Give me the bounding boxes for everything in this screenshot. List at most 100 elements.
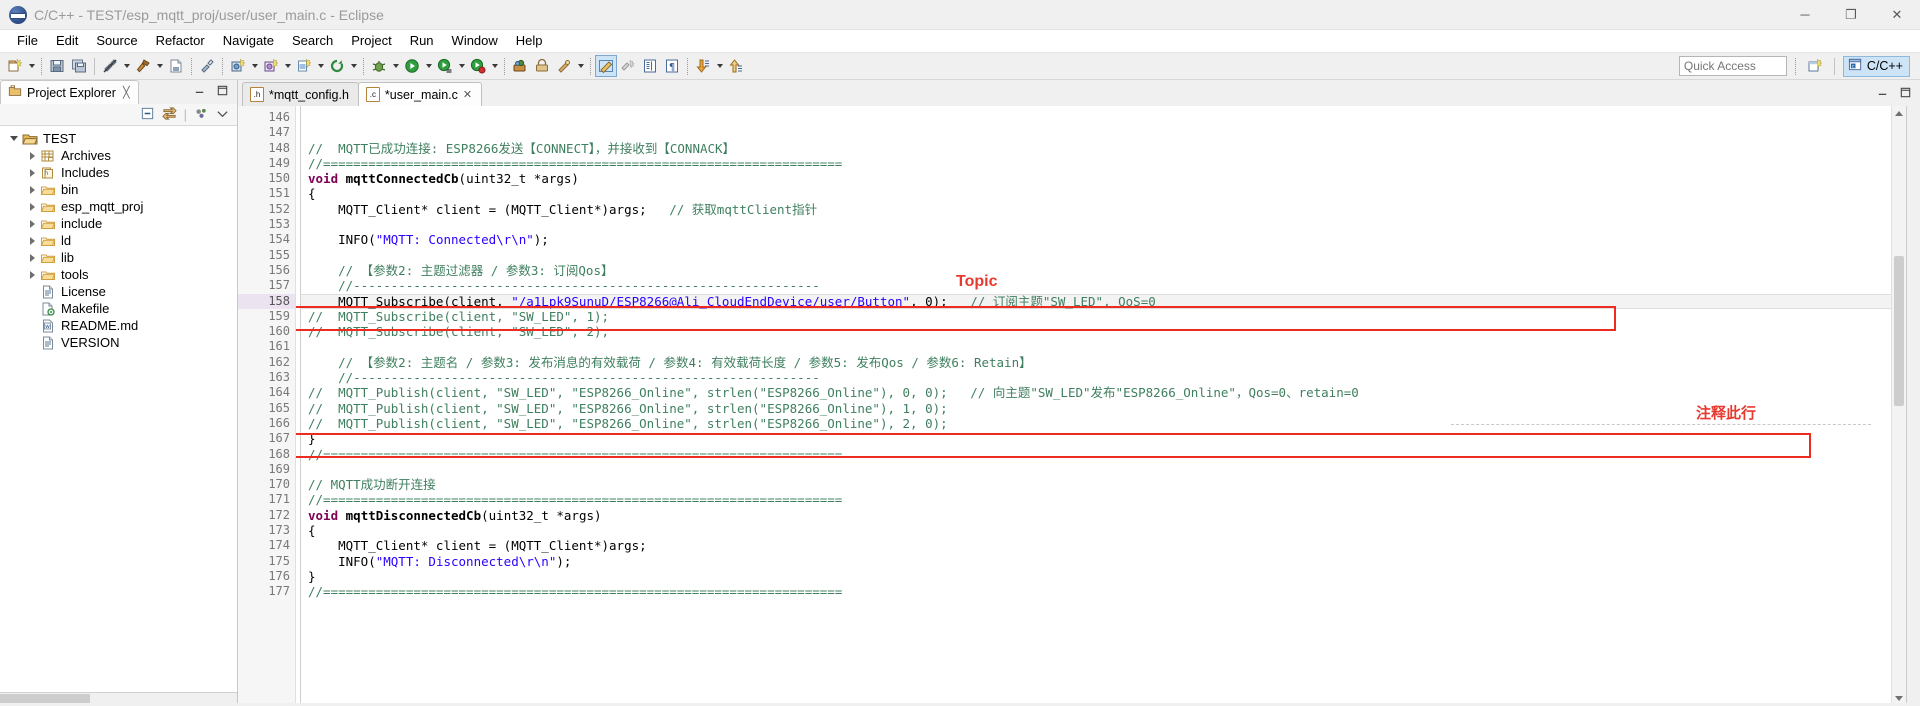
- code-line[interactable]: [296, 248, 1891, 263]
- save-icon[interactable]: [46, 55, 68, 77]
- new-c-project-icon[interactable]: [4, 55, 26, 77]
- menu-item-help[interactable]: Help: [507, 30, 552, 52]
- tree-item-makefile[interactable]: Makefile: [0, 300, 237, 317]
- code-line[interactable]: }: [296, 569, 1891, 584]
- perspective-button-cpp[interactable]: c C/C++: [1842, 55, 1910, 77]
- open-terminal-icon[interactable]: [531, 55, 553, 77]
- minimize-view-icon[interactable]: [1876, 86, 1889, 102]
- code-line[interactable]: MQTT_Subscribe(client, "/a1Lpk9SunuD/ESP…: [296, 293, 1891, 309]
- editor-tab-mqttconfig.h[interactable]: .h *mqtt_config.h: [242, 82, 359, 106]
- menu-item-run[interactable]: Run: [401, 30, 443, 52]
- code-line[interactable]: //======================================…: [296, 584, 1891, 599]
- save-all-icon[interactable]: [68, 55, 90, 77]
- tree-item-esp-mqtt-proj[interactable]: esp_mqtt_proj: [0, 198, 237, 215]
- line-number-gutter[interactable]: 146 147 148 149 150 151 152 153 154 155 156 157 158 1…: [238, 106, 296, 706]
- external-tools-icon[interactable]: [509, 55, 531, 77]
- code-line[interactable]: //--------------------------------------…: [296, 278, 1891, 293]
- tree-item-version[interactable]: VERSION: [0, 334, 237, 351]
- line-number[interactable]: 168: [238, 447, 295, 462]
- line-number[interactable]: 157: [238, 278, 295, 293]
- line-number[interactable]: 176: [238, 569, 295, 584]
- line-number[interactable]: 161: [238, 339, 295, 354]
- line-number[interactable]: 169: [238, 462, 295, 477]
- editor-tab-usermain.c[interactable]: .c *user_main.c ✕: [357, 82, 483, 106]
- run-config-icon[interactable]: [434, 55, 456, 77]
- toggle-markers-icon[interactable]: [595, 55, 617, 77]
- show-whitespace-icon[interactable]: [639, 55, 661, 77]
- chevron-right-icon[interactable]: [24, 148, 40, 164]
- menu-item-edit[interactable]: Edit: [47, 30, 87, 52]
- build-dropdown-arrow[interactable]: [121, 55, 132, 77]
- run-config-arrow[interactable]: [456, 55, 467, 77]
- tree-item-tools[interactable]: tools: [0, 266, 237, 283]
- line-number[interactable]: 155: [238, 248, 295, 263]
- tree-item-include[interactable]: include: [0, 215, 237, 232]
- code-line[interactable]: // MQTT_Publish(client, "SW_LED", "ESP82…: [296, 385, 1891, 400]
- code-lines[interactable]: // MQTT已成功连接: ESP8266发送【CONNECT】，并接收到【CO…: [296, 110, 1891, 600]
- refresh-icon[interactable]: [326, 55, 348, 77]
- new-header-icon[interactable]: [293, 55, 315, 77]
- new-element-icon[interactable]: [227, 55, 249, 77]
- code-line[interactable]: // MQTT_Publish(client, "SW_LED", "ESP82…: [296, 416, 1891, 431]
- new-header-arrow[interactable]: [315, 55, 326, 77]
- code-text-area[interactable]: // MQTT已成功连接: ESP8266发送【CONNECT】，并接收到【CO…: [296, 106, 1891, 706]
- code-line[interactable]: // MQTT成功断开连接: [296, 477, 1891, 492]
- menu-item-window[interactable]: Window: [443, 30, 507, 52]
- line-number[interactable]: 152: [238, 202, 295, 217]
- code-line[interactable]: // 【参数2: 主题过滤器 / 参数3: 订阅Qos】: [296, 263, 1891, 278]
- code-line[interactable]: // MQTT_Subscribe(client, "SW_LED", 1);: [296, 309, 1891, 324]
- code-line[interactable]: MQTT_Client* client = (MQTT_Client*)args…: [296, 202, 1891, 217]
- line-number[interactable]: 159: [238, 309, 295, 324]
- tree-item-lib[interactable]: lib: [0, 249, 237, 266]
- debug-arrow[interactable]: [390, 55, 401, 77]
- menu-item-navigate[interactable]: Navigate: [214, 30, 283, 52]
- open-perspective-icon[interactable]: [1804, 55, 1826, 77]
- previous-annotation-icon[interactable]: [725, 55, 747, 77]
- line-number[interactable]: 174: [238, 538, 295, 553]
- run-last-arrow[interactable]: [489, 55, 500, 77]
- chevron-right-icon[interactable]: [24, 165, 40, 181]
- code-line[interactable]: //--------------------------------------…: [296, 370, 1891, 385]
- line-number[interactable]: 172: [238, 508, 295, 523]
- scrollbar-thumb[interactable]: [1894, 256, 1904, 406]
- chevron-right-icon[interactable]: [24, 233, 40, 249]
- line-number[interactable]: 160: [238, 324, 295, 339]
- refresh-arrow[interactable]: [348, 55, 359, 77]
- new-element-arrow[interactable]: [249, 55, 260, 77]
- clean-icon[interactable]: [196, 55, 218, 77]
- run-icon[interactable]: [401, 55, 423, 77]
- tree-item-ld[interactable]: ld: [0, 232, 237, 249]
- code-line[interactable]: INFO("MQTT: Connected\r\n");: [296, 232, 1891, 247]
- line-number[interactable]: 163: [238, 370, 295, 385]
- line-number[interactable]: 158: [238, 293, 295, 309]
- code-line[interactable]: }: [296, 431, 1891, 446]
- code-line[interactable]: // MQTT已成功连接: ESP8266发送【CONNECT】，并接收到【CO…: [296, 141, 1891, 156]
- code-line[interactable]: // 【参数2: 主题名 / 参数3: 发布消息的有效载荷 / 参数4: 有效载…: [296, 355, 1891, 370]
- chevron-right-icon[interactable]: [24, 250, 40, 266]
- code-line[interactable]: {: [296, 186, 1891, 201]
- line-number[interactable]: 146: [238, 110, 295, 125]
- collapse-all-icon[interactable]: [140, 106, 155, 124]
- code-line[interactable]: // MQTT_Publish(client, "SW_LED", "ESP82…: [296, 401, 1891, 416]
- maximize-view-icon[interactable]: [216, 84, 229, 100]
- next-annotation-icon[interactable]: [692, 55, 714, 77]
- new-dropdown-arrow[interactable]: [26, 55, 37, 77]
- line-number[interactable]: 171: [238, 492, 295, 507]
- scroll-up-arrow[interactable]: [1892, 106, 1906, 121]
- chevron-right-icon[interactable]: [24, 267, 40, 283]
- menu-item-project[interactable]: Project: [342, 30, 400, 52]
- next-annotation-arrow[interactable]: [714, 55, 725, 77]
- code-editor[interactable]: 146 147 148 149 150 151 152 153 154 155 156 157 158 1…: [238, 106, 1920, 706]
- line-number[interactable]: 151: [238, 186, 295, 201]
- line-number[interactable]: 166: [238, 416, 295, 431]
- minimize-view-icon[interactable]: [193, 84, 206, 100]
- project-tree[interactable]: TEST Archives h Includes bin esp_mqtt_proj inc…: [0, 126, 237, 692]
- code-line[interactable]: //======================================…: [296, 447, 1891, 462]
- line-number[interactable]: 153: [238, 217, 295, 232]
- code-line[interactable]: void mqttDisconnectedCb(uint32_t *args): [296, 508, 1891, 523]
- tree-item-test[interactable]: TEST: [0, 130, 237, 147]
- link-with-editor-icon[interactable]: [161, 106, 177, 124]
- line-number[interactable]: 154: [238, 232, 295, 247]
- debug-icon[interactable]: [368, 55, 390, 77]
- run-last-icon[interactable]: [467, 55, 489, 77]
